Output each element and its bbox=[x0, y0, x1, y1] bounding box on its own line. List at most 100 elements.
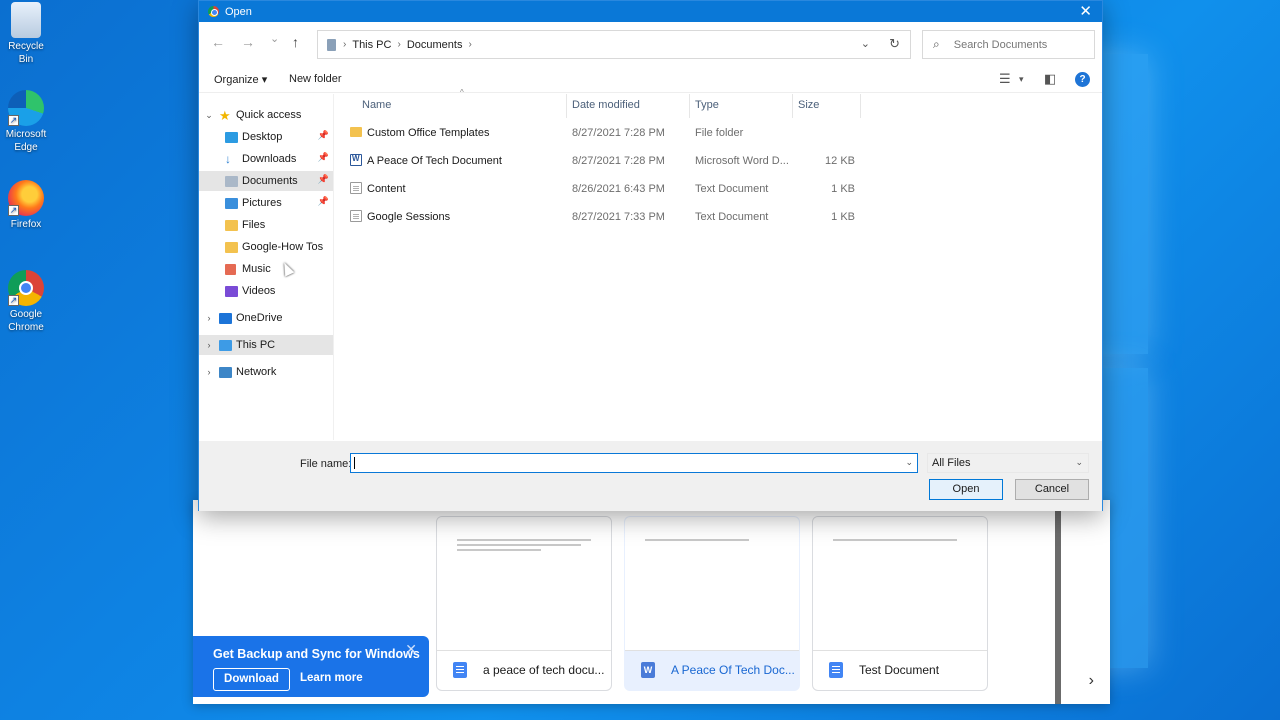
recycle-bin-icon bbox=[11, 2, 41, 38]
chevron-right-icon[interactable]: › bbox=[205, 340, 213, 350]
sidebar-item-label: Music bbox=[242, 263, 271, 275]
file-row[interactable]: Google Sessions 8/27/2021 7:33 PM Text D… bbox=[335, 206, 865, 230]
breadcrumb-documents[interactable]: Documents bbox=[407, 39, 463, 51]
file-preview bbox=[437, 517, 611, 651]
chevron-right-icon[interactable]: › bbox=[205, 367, 213, 377]
pin-icon: 📌 bbox=[317, 174, 329, 184]
word-doc-icon bbox=[350, 154, 362, 166]
firefox-icon: ↗ bbox=[8, 180, 44, 216]
windows-logo-wallpaper bbox=[1030, 50, 1280, 690]
file-type: Text Document bbox=[695, 183, 769, 195]
chevron-down-icon[interactable]: ▾ bbox=[1019, 74, 1024, 85]
chevron-down-icon[interactable]: ⌄ bbox=[905, 457, 913, 468]
cancel-button[interactable]: Cancel bbox=[1015, 479, 1089, 500]
sidebar-item-onedrive[interactable]: › OneDrive bbox=[199, 308, 333, 328]
sidebar-item-documents[interactable]: Documents 📌 bbox=[199, 171, 333, 191]
dialog-titlebar[interactable]: Open ✕ bbox=[199, 1, 1102, 22]
open-button[interactable]: Open bbox=[929, 479, 1003, 500]
backup-sync-promo: Get Backup and Sync for Windows ✕ Downlo… bbox=[193, 636, 429, 697]
desktop-icon bbox=[225, 131, 238, 143]
sidebar-item-files[interactable]: Files bbox=[199, 215, 333, 235]
sidebar-item-this-pc[interactable]: › This PC bbox=[199, 335, 333, 355]
sidebar-item-desktop[interactable]: Desktop 📌 bbox=[199, 127, 333, 147]
file-name-label: File name: bbox=[300, 458, 352, 470]
drive-file-card[interactable]: a peace of tech docu... bbox=[436, 516, 612, 691]
sidebar-item-label: Downloads bbox=[242, 153, 297, 165]
drive-file-name: a peace of tech docu... bbox=[483, 663, 605, 677]
sidebar-item-network[interactable]: › Network bbox=[199, 362, 333, 382]
videos-icon bbox=[225, 285, 238, 297]
view-options-icon[interactable]: ☰ bbox=[999, 71, 1011, 87]
pin-icon: 📌 bbox=[317, 130, 329, 140]
organize-menu[interactable]: Organize ▾ bbox=[214, 73, 267, 86]
desktop-icon-edge[interactable]: ↗ Microsoft Edge bbox=[0, 90, 52, 154]
address-bar[interactable]: › This PC › Documents › ⌄ ↻ bbox=[317, 30, 911, 59]
pin-icon: 📌 bbox=[317, 152, 329, 162]
desktop-icon-label: Google Chrome bbox=[8, 309, 44, 333]
forward-arrow-icon[interactable]: → bbox=[241, 34, 255, 50]
recent-locations-icon[interactable]: ⌄ bbox=[270, 32, 279, 45]
file-type-filter[interactable]: All Files ⌄ bbox=[927, 453, 1089, 473]
text-caret bbox=[354, 457, 355, 469]
breadcrumb-separator-icon[interactable]: › bbox=[468, 39, 471, 50]
word-doc-icon: W bbox=[641, 662, 655, 678]
chevron-right-icon[interactable]: › bbox=[205, 313, 213, 323]
breadcrumb-this-pc[interactable]: This PC bbox=[352, 39, 391, 51]
drive-file-card[interactable]: W A Peace Of Tech Doc... bbox=[624, 516, 800, 691]
download-icon: ↓ bbox=[225, 151, 231, 166]
search-input[interactable]: ⌕ Search Documents bbox=[922, 30, 1095, 59]
promo-title: Get Backup and Sync for Windows bbox=[213, 647, 420, 661]
documents-icon bbox=[225, 175, 238, 187]
desktop-icon-recycle-bin[interactable]: Recycle Bin bbox=[0, 2, 52, 66]
open-file-dialog: Open ✕ ← → ⌄ ↑ › This PC › Documents › ⌄… bbox=[198, 0, 1103, 511]
chevron-down-icon[interactable]: ⌄ bbox=[861, 37, 870, 50]
chevron-down-icon[interactable]: ⌄ bbox=[205, 110, 213, 121]
command-bar: Organize ▾ New folder ☰ ▾ ◧ ? bbox=[199, 67, 1102, 93]
file-size: 1 KB bbox=[831, 211, 855, 223]
sidebar-item-pictures[interactable]: Pictures 📌 bbox=[199, 193, 333, 213]
file-name: A Peace Of Tech Document bbox=[367, 155, 502, 167]
pictures-icon bbox=[225, 197, 238, 209]
new-folder-button[interactable]: New folder bbox=[289, 73, 342, 85]
file-date: 8/26/2021 6:43 PM bbox=[572, 183, 665, 195]
search-icon: ⌕ bbox=[933, 37, 940, 51]
navigation-pane: ⌄ ★ Quick access Desktop 📌 ↓ Downloads 📌… bbox=[199, 94, 334, 440]
sidebar-item-downloads[interactable]: ↓ Downloads 📌 bbox=[199, 149, 333, 169]
file-name-input[interactable]: ⌄ bbox=[350, 453, 918, 473]
breadcrumb-separator-icon: › bbox=[397, 39, 401, 50]
help-icon[interactable]: ? bbox=[1075, 72, 1090, 87]
column-header-name[interactable]: Name bbox=[357, 94, 567, 118]
refresh-icon[interactable]: ↻ bbox=[889, 36, 900, 52]
file-preview bbox=[625, 517, 799, 651]
learn-more-link[interactable]: Learn more bbox=[300, 672, 363, 684]
download-button[interactable]: Download bbox=[213, 668, 290, 691]
network-icon bbox=[219, 366, 232, 378]
preview-pane-icon[interactable]: ◧ bbox=[1044, 71, 1056, 87]
desktop-icon-firefox[interactable]: ↗ Firefox bbox=[0, 180, 52, 231]
drive-file-card[interactable]: Test Document bbox=[812, 516, 988, 691]
close-icon[interactable]: ✕ bbox=[405, 641, 417, 658]
file-row[interactable]: A Peace Of Tech Document 8/27/2021 7:28 … bbox=[335, 150, 865, 174]
pc-icon bbox=[219, 339, 232, 351]
google-doc-icon bbox=[829, 662, 843, 678]
star-icon: ★ bbox=[219, 107, 231, 123]
column-header-type[interactable]: Type bbox=[690, 94, 793, 118]
file-size: 1 KB bbox=[831, 183, 855, 195]
pin-icon: 📌 bbox=[317, 196, 329, 206]
sidebar-item-music[interactable]: Music bbox=[199, 259, 333, 279]
file-row[interactable]: Content 8/26/2021 6:43 PM Text Document … bbox=[335, 178, 865, 202]
sidebar-item-google-how-tos[interactable]: Google-How Tos bbox=[199, 237, 333, 257]
column-header-date[interactable]: Date modified bbox=[567, 94, 690, 118]
column-header-size[interactable]: Size bbox=[793, 94, 861, 118]
file-name: Content bbox=[367, 183, 406, 195]
chevron-right-icon[interactable]: › bbox=[1089, 672, 1094, 690]
sidebar-item-quick-access[interactable]: ⌄ ★ Quick access bbox=[199, 105, 333, 125]
sidebar-item-label: Desktop bbox=[242, 131, 283, 143]
back-arrow-icon[interactable]: ← bbox=[211, 34, 225, 50]
close-button[interactable]: ✕ bbox=[1079, 2, 1092, 20]
file-row[interactable]: Custom Office Templates 8/27/2021 7:28 P… bbox=[335, 122, 865, 146]
desktop-icon-chrome[interactable]: ↗ Google Chrome bbox=[0, 270, 52, 334]
up-arrow-icon[interactable]: ↑ bbox=[292, 34, 299, 50]
scrollbar[interactable] bbox=[1055, 510, 1061, 704]
sidebar-item-videos[interactable]: Videos bbox=[199, 281, 333, 301]
